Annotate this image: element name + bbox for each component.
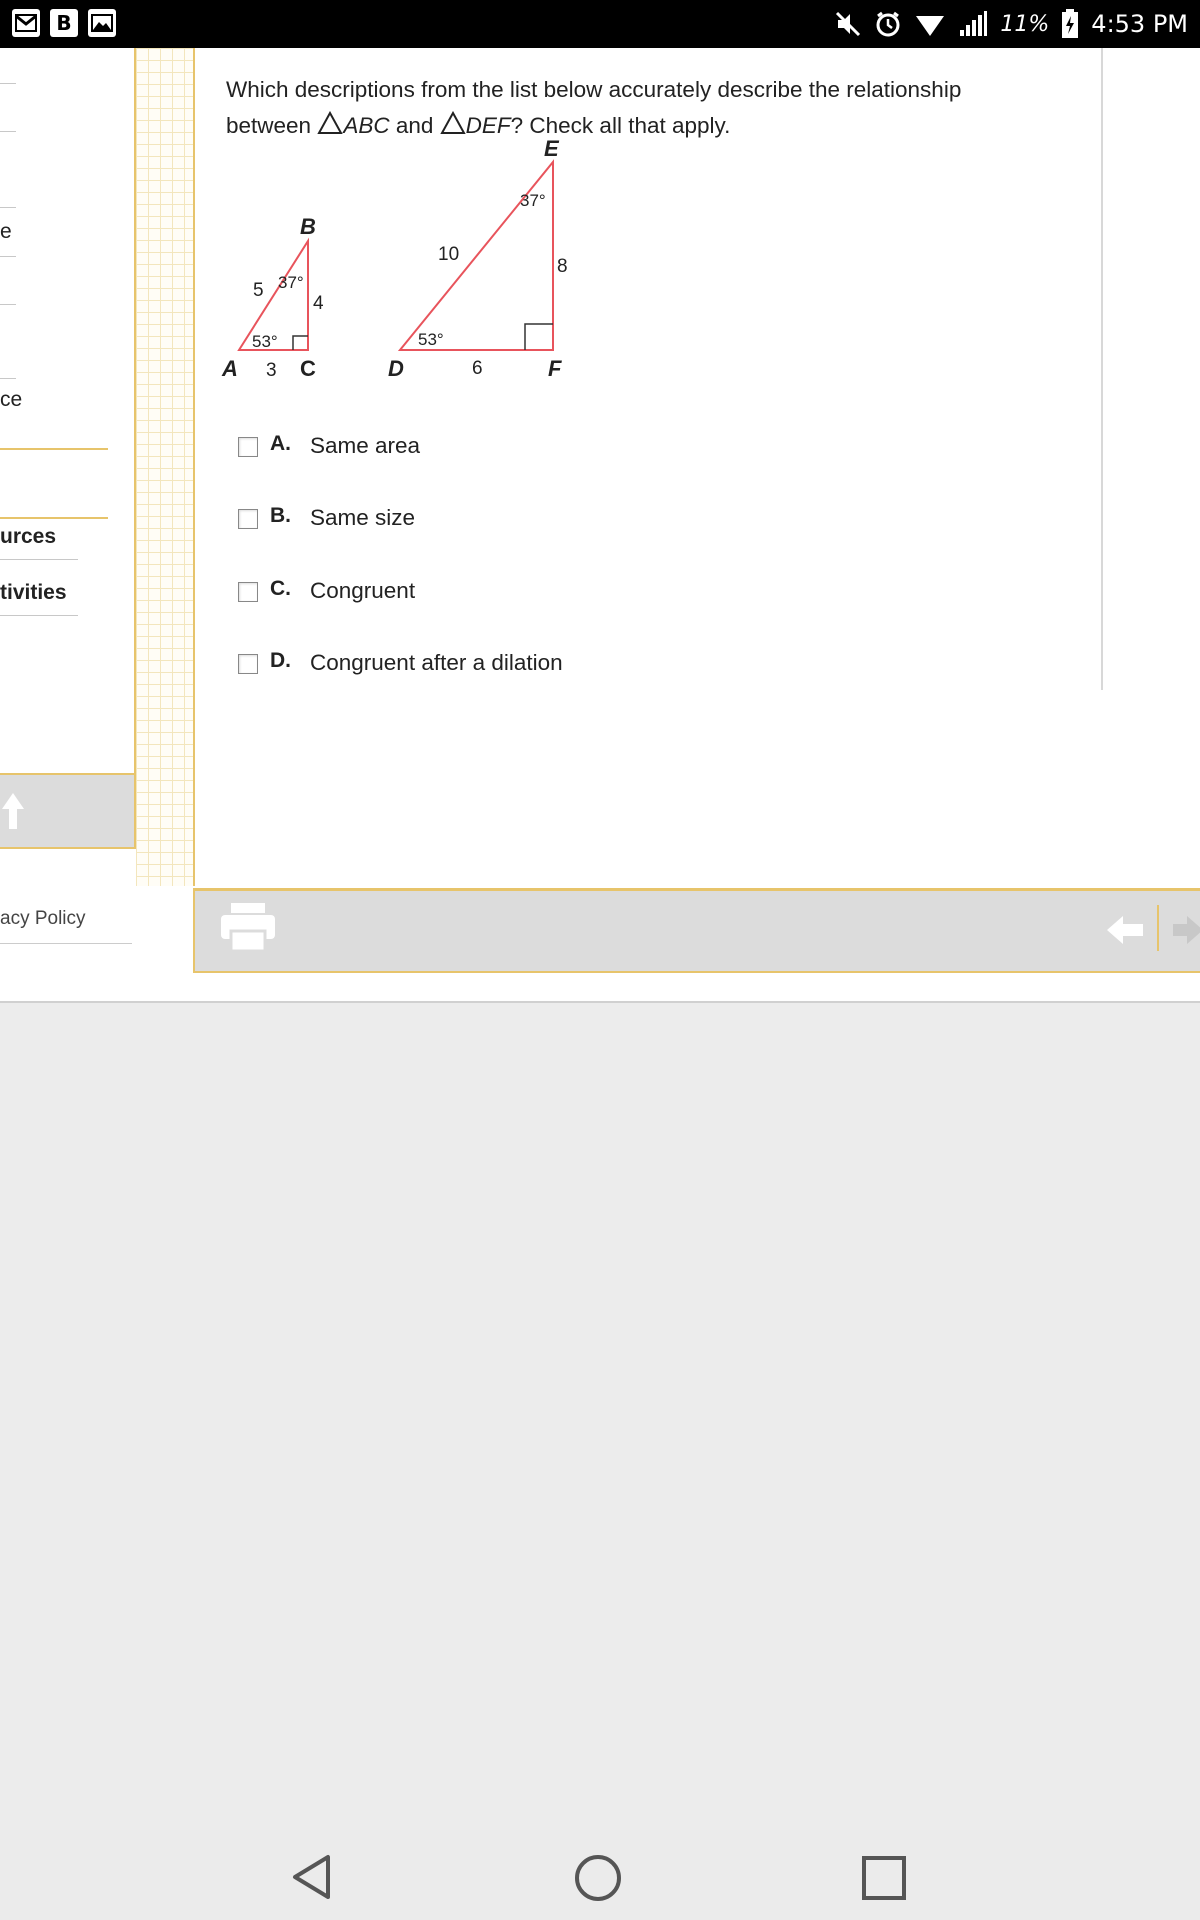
status-bar: B 11% 4:53 PM: [0, 0, 1200, 48]
side-de-label: 10: [438, 244, 459, 265]
recents-square-icon[interactable]: [861, 1855, 907, 1901]
panel-border: [1101, 48, 1103, 690]
answer-choice-b[interactable]: B. Same size: [238, 499, 415, 539]
angle-e-label: 37°: [520, 191, 546, 210]
sidebar-section-divider: [0, 448, 108, 450]
side-df-label: 6: [472, 358, 483, 379]
question-panel: Which descriptions from the list below a…: [193, 48, 1200, 886]
side-ef-label: 8: [557, 256, 568, 277]
android-nav-bar: [0, 1830, 1200, 1920]
back-triangle-icon[interactable]: [290, 1854, 334, 1900]
checkbox-c[interactable]: [238, 582, 258, 602]
triangle-symbol-icon: [439, 111, 466, 134]
sidebar-divider: [0, 615, 78, 616]
gallery-icon: [88, 9, 116, 37]
sidebar-divider: [0, 131, 16, 132]
side-bc-label: 4: [313, 293, 324, 314]
bottom-toolbar: [193, 888, 1200, 973]
question-and: and: [389, 113, 440, 138]
choice-label[interactable]: Congruent: [310, 578, 415, 604]
home-circle-icon[interactable]: [574, 1854, 622, 1902]
vertex-b-label: B: [300, 214, 316, 239]
angle-a-label: 53°: [252, 332, 278, 351]
toolbar-separator: [1157, 905, 1159, 951]
vertex-d-label: D: [388, 356, 404, 381]
battery-percent: 11%: [1000, 11, 1050, 37]
right-angle-marker-c: [292, 335, 308, 350]
notification-icons: B: [12, 9, 116, 37]
angle-d-label: 53°: [418, 330, 444, 349]
choice-letter: C.: [270, 577, 291, 600]
checkbox-d[interactable]: [238, 654, 258, 674]
sidebar-divider: [0, 83, 16, 84]
right-angle-marker-f: [524, 323, 553, 350]
sidebar-divider: [0, 559, 78, 560]
question-text: Which descriptions from the list below a…: [226, 72, 1046, 144]
sidebar-item-1[interactable]: e: [0, 220, 12, 244]
clock: 4:53 PM: [1091, 10, 1188, 38]
wifi-icon: [916, 16, 945, 36]
vertex-f-label: F: [548, 356, 562, 381]
choice-label[interactable]: Congruent after a dilation: [310, 650, 563, 676]
sidebar: e ce urces tivities acy Policy: [0, 48, 136, 944]
page-divider: [0, 1001, 1200, 1003]
angle-b-label: 37°: [278, 273, 304, 292]
choice-letter: A.: [270, 432, 291, 455]
answer-choice-c[interactable]: C. Congruent: [238, 572, 415, 612]
question-prompt-end: ? Check all that apply.: [510, 113, 731, 138]
footer-divider: [0, 943, 132, 944]
choice-letter: B.: [270, 504, 291, 527]
sidebar-divider: [0, 207, 16, 208]
vertex-e-label: E: [544, 136, 560, 161]
choice-label[interactable]: Same area: [310, 433, 420, 459]
system-icons: 11% 4:53 PM: [834, 6, 1188, 42]
triangles-diagram: A B C 5 4 3 53° 37° D E F 10 8 6 53° 37°: [221, 136, 568, 381]
sidebar-divider: [0, 378, 16, 379]
printer-icon[interactable]: [219, 901, 277, 953]
sidebar-item-2[interactable]: ce: [0, 388, 22, 412]
privacy-policy-link[interactable]: acy Policy: [0, 908, 86, 930]
side-ac-label: 3: [266, 360, 277, 381]
battery-charging-icon: [1062, 9, 1079, 38]
decorative-grid-pattern: [136, 48, 194, 886]
gmail-icon: [12, 9, 40, 37]
alarm-icon: [876, 11, 900, 37]
triangle-def-name: DEF: [465, 113, 511, 138]
checkbox-b[interactable]: [238, 509, 258, 529]
choice-label[interactable]: Same size: [310, 505, 415, 531]
sidebar-item-resources[interactable]: urces: [0, 525, 56, 549]
arrow-left-icon[interactable]: [1105, 911, 1145, 949]
choice-letter: D.: [270, 649, 291, 672]
sidebar-divider: [0, 304, 16, 305]
arrow-right-icon[interactable]: [1173, 911, 1200, 949]
mute-icon: [836, 11, 861, 37]
triangle-abc-name: ABC: [343, 113, 390, 138]
side-ab-label: 5: [253, 280, 264, 301]
triangle-symbol-icon: [317, 111, 344, 134]
sidebar-item-activities[interactable]: tivities: [0, 581, 67, 605]
arrow-up-icon[interactable]: [0, 791, 26, 831]
vertex-c-label: C: [300, 356, 316, 381]
sidebar-divider: [0, 256, 16, 257]
vertex-a-label: A: [221, 356, 238, 381]
sidebar-panel: e ce urces tivities: [0, 48, 136, 773]
sidebar-section-divider: [0, 517, 108, 519]
signal-icon: [960, 11, 988, 36]
checkbox-a[interactable]: [238, 437, 258, 457]
sidebar-scroll-bar[interactable]: [0, 773, 136, 849]
answer-choice-d[interactable]: D. Congruent after a dilation: [238, 644, 563, 684]
answer-choice-a[interactable]: A. Same area: [238, 427, 420, 467]
b-app-icon: B: [50, 9, 78, 37]
